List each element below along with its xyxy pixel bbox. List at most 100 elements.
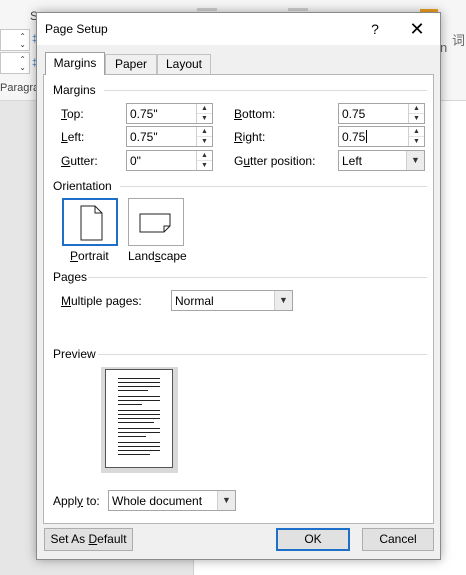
gutter-position-label-pre: G (234, 154, 244, 168)
margins-section-label: Margins (53, 83, 96, 97)
right-label: Right: (234, 130, 265, 144)
gutter-label: Gutter: (61, 154, 98, 168)
background-separator-2 (288, 8, 308, 11)
apply-to-label: Apply to: (53, 494, 100, 508)
background-spinner-2: ⌃ ⌄ (0, 52, 30, 74)
left-margin-value: 0.75" (130, 130, 158, 144)
tab-panel-margins: Margins Top: 0.75" ▲ ▼ Bottom: 0.75 ▲ ▼ Le… (43, 74, 434, 524)
gutter-spinner[interactable]: 0" ▲ ▼ (126, 150, 213, 171)
preview-text-line (118, 404, 142, 405)
multiple-pages-dropdown[interactable]: Normal ▼ (171, 290, 293, 311)
right-label-text: ight: (242, 130, 266, 144)
text-cursor (366, 130, 367, 143)
landscape-label-pre: Land (128, 249, 155, 263)
left-label-key: L (61, 130, 68, 144)
gutter-label-key: G (61, 154, 71, 168)
set-as-default-text: efault (97, 532, 127, 546)
preview-text-line (118, 396, 160, 397)
preview-text-line (118, 454, 150, 455)
background-right-fragment-2: 词 (452, 33, 466, 48)
spin-down-icon[interactable]: ▼ (197, 161, 212, 170)
preview-text-line (118, 400, 160, 401)
portrait-label-text: ortrait (78, 249, 109, 263)
apply-to-label-text: to: (83, 494, 100, 508)
bottom-margin-value: 0.75 (342, 107, 366, 121)
background-right-fragment-1: n (440, 40, 448, 55)
spin-up-icon[interactable]: ▲ (197, 127, 212, 137)
set-as-default-pre: Set As (50, 532, 89, 546)
landscape-label: Landscape (128, 249, 187, 263)
gutter-position-value: Left (342, 154, 363, 168)
multiple-pages-label: Multiple pages: (61, 294, 142, 308)
apply-to-dropdown[interactable]: Whole document ▼ (108, 490, 236, 511)
orientation-divider (120, 186, 427, 187)
tab-margins[interactable]: Margins (45, 52, 105, 75)
spin-up-icon[interactable]: ▲ (409, 127, 424, 137)
right-margin-spinner[interactable]: 0.75 ▲ ▼ (338, 126, 425, 147)
spin-up-icon[interactable]: ▲ (409, 104, 424, 114)
preview-text-line (118, 414, 160, 415)
right-margin-value: 0.75 (342, 130, 366, 144)
portrait-label: Portrait (70, 249, 109, 263)
preview-text-line (118, 432, 160, 433)
ok-button[interactable]: OK (276, 528, 350, 551)
chevron-down-icon[interactable]: ▼ (274, 291, 292, 310)
preview-text-line (118, 422, 154, 423)
preview-text-line (118, 382, 160, 383)
preview-text-line (118, 442, 160, 443)
pages-section-label: Pages (53, 270, 88, 284)
left-label-text: eft: (67, 130, 85, 144)
portrait-option[interactable] (62, 198, 118, 246)
cancel-button[interactable]: Cancel (362, 528, 434, 551)
bottom-margin-spinner[interactable]: 0.75 ▲ ▼ (338, 103, 425, 124)
pages-divider (88, 277, 427, 278)
preview-text-line (118, 418, 160, 419)
preview-text-line (118, 386, 160, 387)
bottom-label-key: B (234, 107, 243, 121)
help-button[interactable]: ? (364, 18, 386, 40)
gutter-position-label-text: tter position: (250, 154, 316, 168)
left-margin-spinner[interactable]: 0.75" ▲ ▼ (126, 126, 213, 147)
spin-up-icon[interactable]: ▲ (197, 151, 212, 161)
set-as-default-button[interactable]: Set As Default (44, 528, 133, 551)
apply-to-value: Whole document (112, 494, 203, 508)
left-margin-spin-buttons: ▲ ▼ (196, 127, 212, 146)
spin-down-icon[interactable]: ▼ (409, 137, 424, 146)
top-margin-spinner[interactable]: 0.75" ▲ ▼ (126, 103, 213, 124)
tab-layout[interactable]: Layout (157, 54, 211, 74)
portrait-page-icon (80, 205, 103, 241)
gutter-spin-buttons: ▲ ▼ (196, 151, 212, 170)
right-margin-spin-buttons: ▲ ▼ (408, 127, 424, 146)
background-paragraph-label: Paragra (0, 82, 40, 94)
preview-text-line (118, 436, 146, 437)
top-margin-value: 0.75" (130, 107, 158, 121)
bottom-label-text: ottom: (242, 107, 276, 121)
landscape-option[interactable] (128, 198, 184, 246)
spin-down-icon[interactable]: ▼ (197, 114, 212, 123)
close-button[interactable]: ✕ (405, 18, 429, 40)
spin-up-icon[interactable]: ▲ (197, 104, 212, 114)
preview-divider (98, 354, 427, 355)
page-setup-dialog: Page Setup ? ✕ Margins Paper Layout Marg… (36, 12, 441, 560)
gutter-position-label: Gutter position: (234, 154, 315, 168)
gutter-position-dropdown[interactable]: Left ▼ (338, 150, 425, 171)
dialog-title: Page Setup (45, 22, 108, 36)
preview-text-line (118, 378, 160, 379)
preview-text-line (118, 450, 160, 451)
close-icon: ✕ (409, 19, 425, 39)
preview-text-line (118, 446, 160, 447)
background-spinner-1: ⌃ ⌄ (0, 29, 30, 51)
bottom-margin-spin-buttons: ▲ ▼ (408, 104, 424, 123)
portrait-label-key: P (70, 249, 79, 263)
tab-paper[interactable]: Paper (105, 54, 157, 74)
gutter-value: 0" (130, 154, 141, 168)
margins-divider (104, 90, 427, 91)
chevron-down-icon[interactable]: ▼ (406, 151, 424, 170)
preview-section-label: Preview (53, 347, 96, 361)
spin-down-icon[interactable]: ▼ (409, 114, 424, 123)
preview-page (105, 369, 173, 468)
gutter-label-text: utter: (70, 154, 98, 168)
spin-down-icon[interactable]: ▼ (197, 137, 212, 146)
preview-text-line (118, 428, 160, 429)
chevron-down-icon[interactable]: ▼ (217, 491, 235, 510)
